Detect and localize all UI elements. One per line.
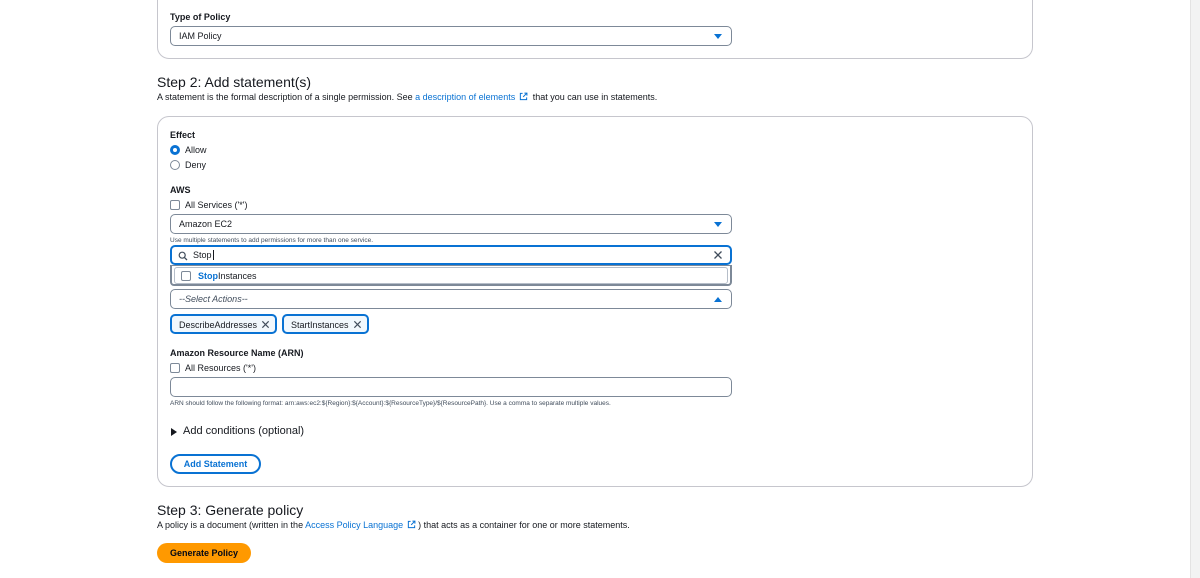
actions-search-input[interactable]: Stop: [170, 245, 732, 265]
service-value: Amazon EC2: [179, 219, 233, 229]
token-describeaddresses: DescribeAddresses: [170, 314, 277, 334]
policy-type-value: IAM Policy: [179, 31, 222, 41]
all-resources-label: All Resources ('*'): [185, 363, 256, 373]
page-scrollbar[interactable]: [1190, 0, 1200, 578]
policy-type-select[interactable]: IAM Policy: [170, 26, 732, 46]
token-label: DescribeAddresses: [179, 320, 258, 330]
action-option-rest: Instances: [218, 271, 257, 281]
caret-down-icon: [714, 222, 722, 227]
actions-search-value: Stop: [193, 250, 212, 260]
step2-description: A statement is the formal description of…: [157, 92, 657, 102]
all-services-label: All Services ('*'): [185, 200, 248, 210]
token-startinstances: StartInstances: [282, 314, 369, 334]
all-services-checkbox[interactable]: [170, 200, 180, 210]
remove-token-icon[interactable]: [353, 320, 362, 329]
external-link-icon[interactable]: [519, 92, 528, 101]
add-statement-label: Add Statement: [183, 459, 248, 469]
arn-hint: ARN should follow the following format: …: [170, 400, 611, 407]
policy-type-label: Type of Policy: [170, 12, 231, 22]
clear-icon[interactable]: [713, 250, 723, 260]
text-cursor: [213, 250, 214, 260]
caret-down-icon: [714, 34, 722, 39]
step3-description: A policy is a document (written in the A…: [157, 520, 630, 530]
generate-policy-label: Generate Policy: [169, 548, 239, 558]
actions-placeholder: --Select Actions--: [179, 294, 248, 304]
step2-title: Step 2: Add statement(s): [157, 74, 312, 90]
service-select[interactable]: Amazon EC2: [170, 214, 732, 234]
effect-label: Effect: [170, 130, 196, 140]
arn-input[interactable]: [170, 377, 732, 397]
caret-up-icon: [714, 297, 722, 302]
step3-desc-suffix: ) that acts as a container for one or mo…: [418, 520, 630, 530]
effect-deny-label: Deny: [185, 160, 207, 170]
step3-desc-prefix: A policy is a document (written in the: [157, 520, 306, 530]
service-hint: Use multiple statements to add permissio…: [170, 237, 374, 244]
external-link-icon[interactable]: [407, 520, 416, 529]
actions-dropdown: Stop Instances: [170, 265, 732, 286]
actions-select[interactable]: --Select Actions--: [170, 289, 732, 309]
add-conditions-toggle[interactable]: Add conditions (optional): [183, 425, 304, 437]
arn-label: Amazon Resource Name (ARN): [170, 348, 304, 358]
step2-desc-prefix: A statement is the formal description of…: [157, 92, 416, 102]
access-policy-language-link[interactable]: Access Policy Language: [305, 520, 403, 530]
add-statement-button[interactable]: Add Statement: [170, 454, 261, 474]
token-label: StartInstances: [291, 320, 349, 330]
generate-policy-button[interactable]: Generate Policy: [157, 543, 251, 563]
step2-desc-suffix: that you can use in statements.: [530, 92, 658, 102]
action-option-match: Stop: [198, 271, 218, 281]
search-icon: [178, 251, 188, 261]
effect-deny-radio[interactable]: [170, 160, 180, 170]
elements-description-link[interactable]: a description of elements: [415, 92, 515, 102]
step3-title: Step 3: Generate policy: [157, 502, 304, 518]
effect-allow-label: Allow: [185, 145, 207, 155]
remove-token-icon[interactable]: [261, 320, 270, 329]
action-option-stopinstances[interactable]: Stop Instances: [174, 267, 728, 284]
action-option-checkbox[interactable]: [181, 271, 191, 281]
all-resources-checkbox[interactable]: [170, 363, 180, 373]
expand-triangle-icon[interactable]: [171, 428, 177, 436]
effect-allow-radio[interactable]: [170, 145, 180, 155]
aws-label: AWS: [170, 185, 191, 195]
